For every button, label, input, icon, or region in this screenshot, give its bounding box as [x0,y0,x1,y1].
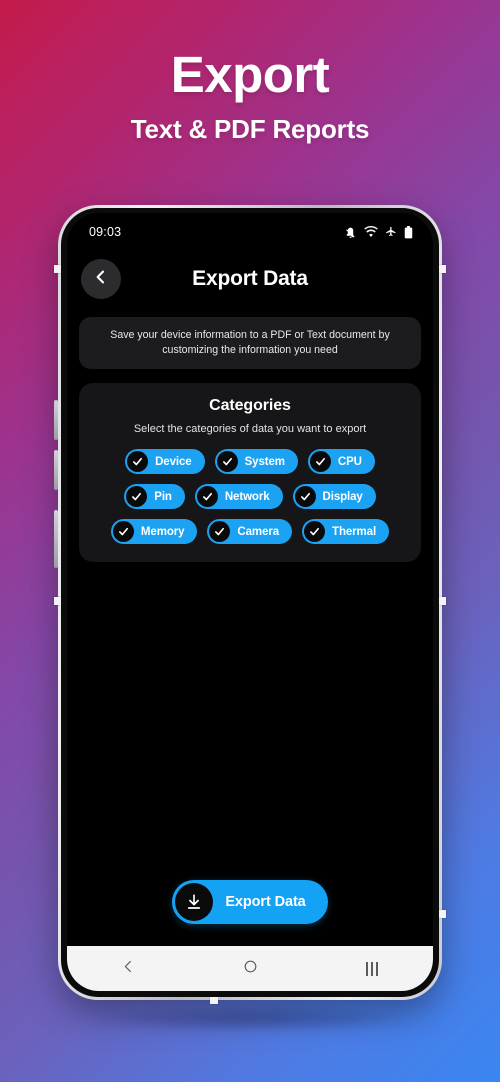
categories-title: Categories [209,397,291,415]
export-button-area: Export Data [67,880,433,946]
airplane-mode-icon [385,226,397,238]
promo-subtitle: Text & PDF Reports [130,113,370,144]
category-chip-rows: Device System CPU Pin Network Display Me… [89,449,411,545]
status-bar: 09:03 [67,213,433,251]
volume-up-button[interactable] [54,400,58,440]
check-icon [294,486,316,508]
selection-handle-right-bottom[interactable] [438,910,446,918]
home-icon [243,959,258,979]
categories-subtitle: Select the categories of data you want t… [133,423,367,436]
chip-label: CPU [337,455,362,468]
check-icon [126,486,148,508]
chip-label: Thermal [332,525,377,538]
back-button[interactable] [81,259,121,299]
phone-drop-shadow [92,1006,408,1032]
category-chip-row: Pin Network Display [89,484,411,510]
app-header: Export Data [67,251,433,313]
selection-handle-right-top[interactable] [438,265,446,273]
category-chip-camera[interactable]: Camera [207,519,293,545]
download-icon [175,883,214,921]
chip-label: System [244,455,285,468]
category-chip-display[interactable]: Display [292,484,376,510]
category-chip-thermal[interactable]: Thermal [302,519,390,545]
category-chip-row: Device System CPU [89,449,411,475]
phone-bezel: 09:03 Export Data Save your device infor… [61,208,439,997]
chip-label: Display [322,490,363,503]
recents-icon [366,961,378,976]
category-chip-system[interactable]: System [214,449,298,475]
nav-back-button[interactable] [93,959,163,979]
chip-label: Device [155,455,192,468]
nav-home-button[interactable] [215,959,285,979]
phone-screen: 09:03 Export Data Save your device infor… [67,213,433,991]
check-icon [216,451,238,473]
volume-down-button[interactable] [54,450,58,490]
categories-card: Categories Select the categories of data… [79,383,421,563]
check-icon [304,521,326,543]
selection-handle-bottom[interactable] [210,996,218,1004]
status-icons [344,225,413,239]
chip-label: Memory [140,525,185,538]
chip-label: Pin [154,490,172,503]
category-chip-network[interactable]: Network [194,484,283,510]
check-icon [309,451,331,473]
phone-mockup: 09:03 Export Data Save your device infor… [54,205,446,1004]
category-chip-memory[interactable]: Memory [110,519,198,545]
promo-header: Export Text & PDF Reports [0,0,500,145]
chip-label: Camera [237,525,280,538]
back-icon [121,959,136,979]
category-chip-cpu[interactable]: CPU [307,449,375,475]
category-chip-row: Memory Camera Thermal [89,519,411,545]
export-button-label: Export Data [225,894,306,910]
android-nav-bar [67,946,433,991]
power-button[interactable] [54,510,58,568]
info-card-text: Save your device information to a PDF or… [110,329,390,357]
wifi-icon [364,226,378,238]
chevron-left-icon [93,269,109,290]
page-title: Export Data [192,267,308,290]
selection-handle-right-mid[interactable] [438,597,446,605]
category-chip-pin[interactable]: Pin [124,484,185,510]
info-card: Save your device information to a PDF or… [79,317,421,370]
battery-icon [404,225,413,239]
check-icon [112,521,134,543]
export-data-button[interactable]: Export Data [172,880,328,924]
check-icon [209,521,231,543]
promo-title: Export [170,46,330,103]
check-icon [196,486,218,508]
mute-icon [344,226,357,239]
nav-recents-button[interactable] [337,961,407,976]
chip-label: Network [224,490,270,503]
status-time: 09:03 [89,225,122,239]
category-chip-device[interactable]: Device [125,449,205,475]
check-icon [127,451,149,473]
